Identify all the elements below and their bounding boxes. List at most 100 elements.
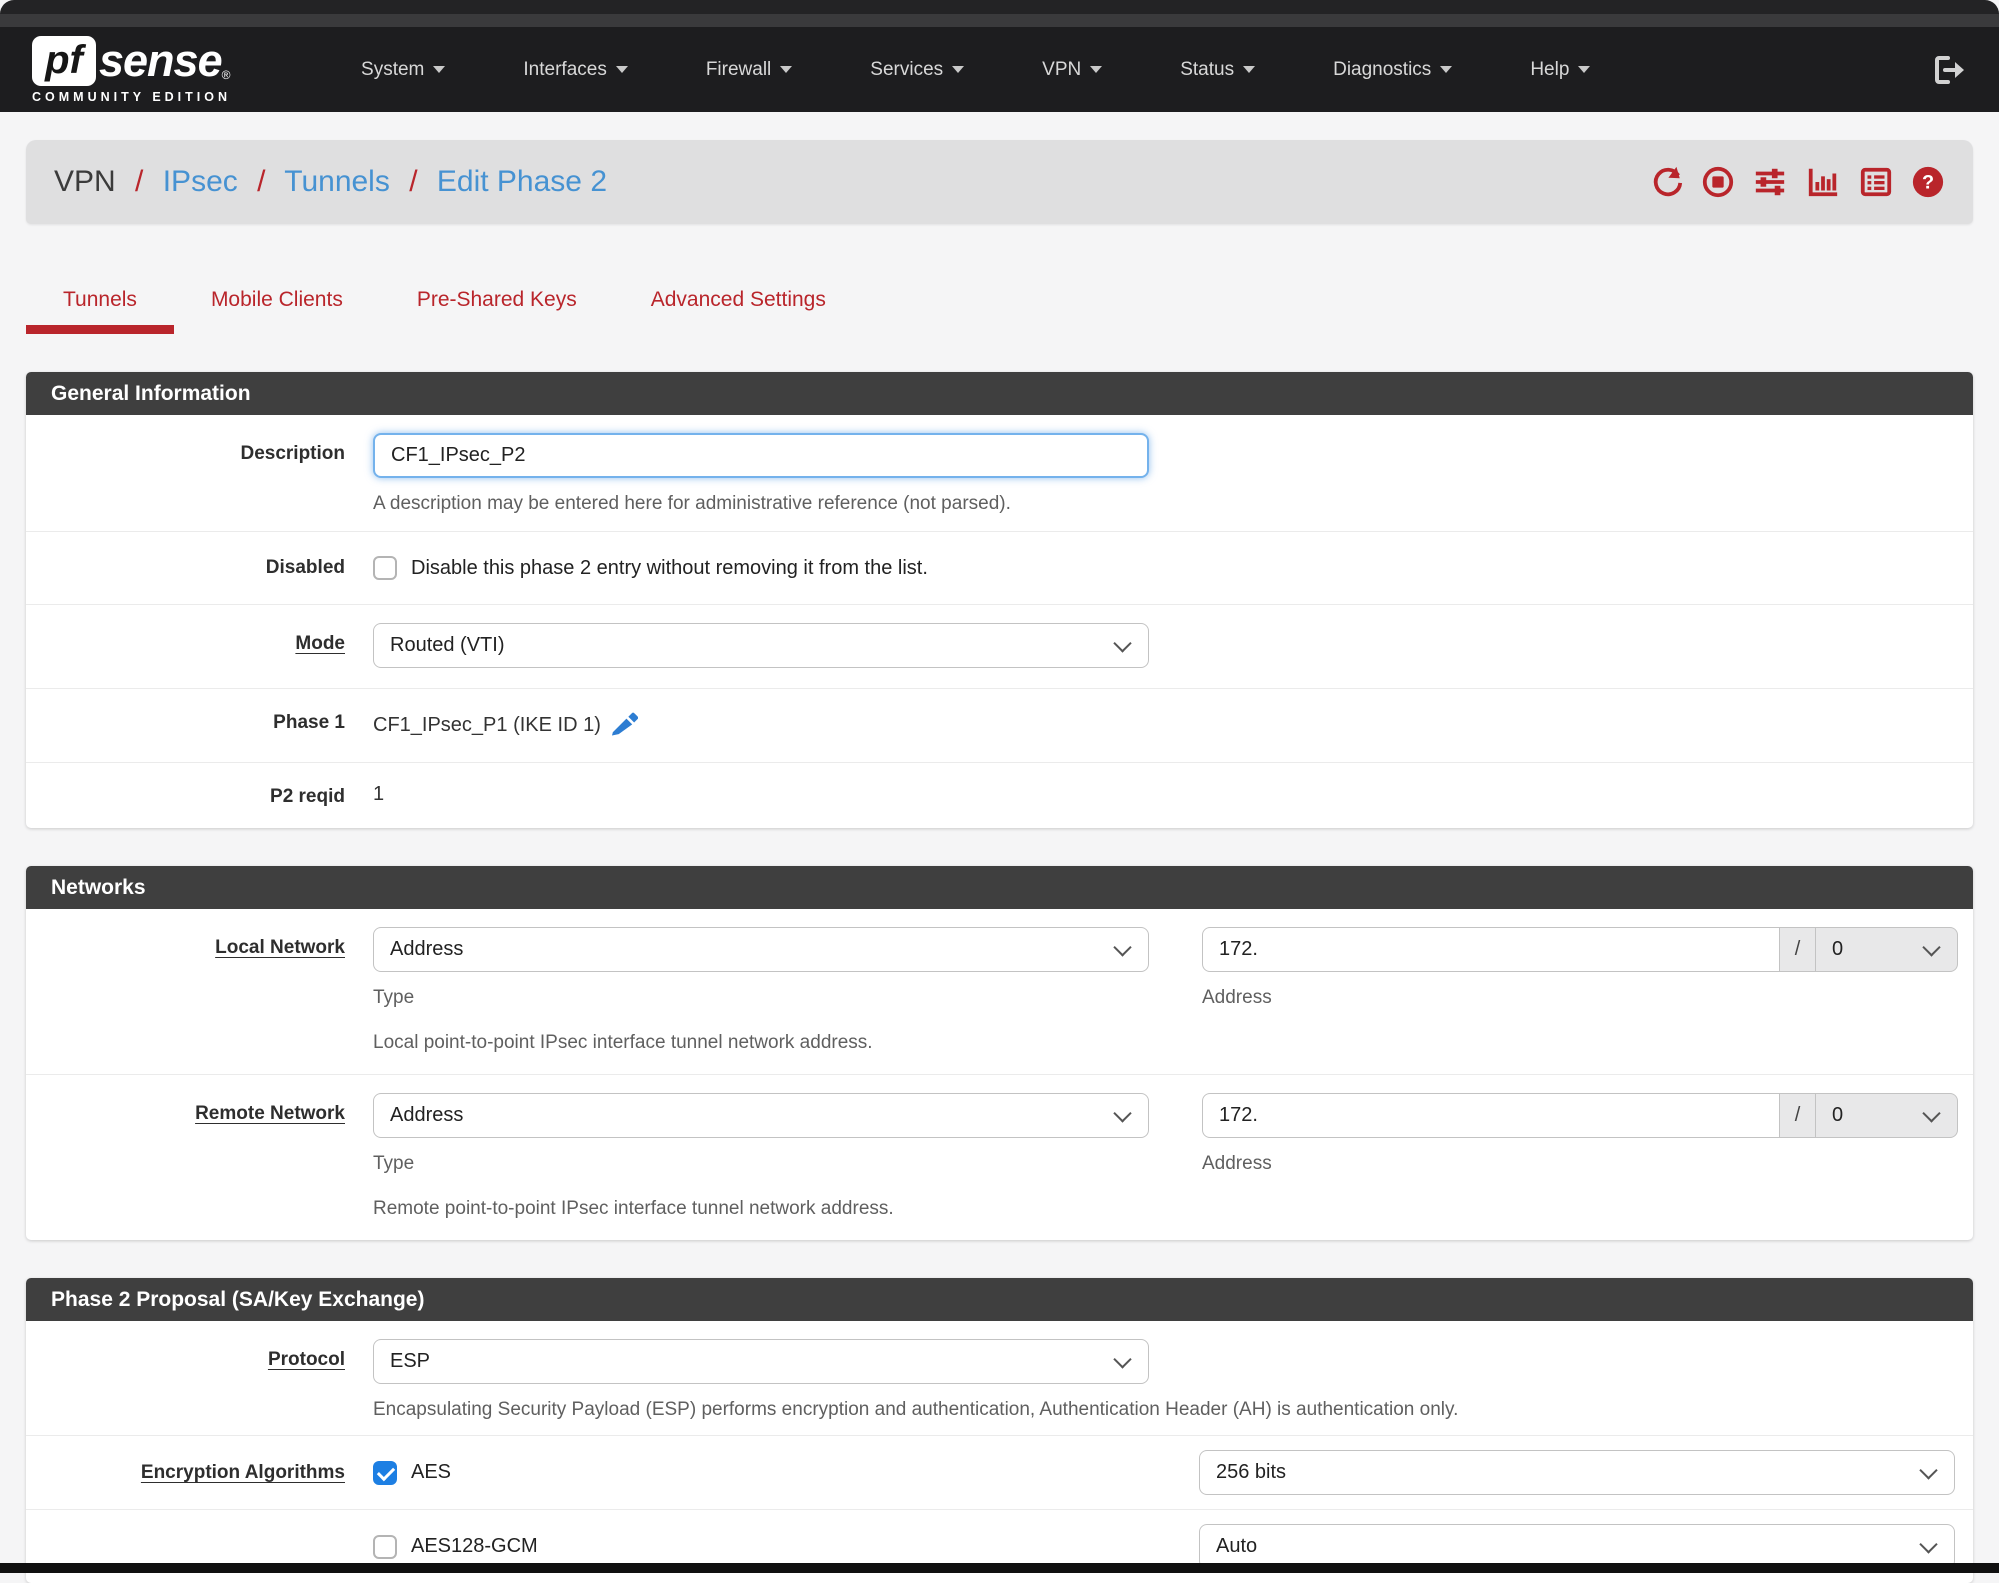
phase1-label: Phase 1 [273,712,345,733]
aes-keylen-select[interactable]: 256 bits [1199,1450,1955,1495]
phase2-proposal-panel: Phase 2 Proposal (SA/Key Exchange) Proto… [26,1278,1973,1583]
window-chrome-top [0,0,1999,14]
breadcrumb-separator: / [257,165,266,198]
encryption-algorithms-label: Encryption Algorithms [140,1462,345,1483]
menu-services-label: Services [870,58,944,80]
menu-services[interactable]: Services [870,58,965,81]
caret-down-icon [433,66,446,73]
protocol-select[interactable]: ESP [373,1339,1149,1384]
aes-checkbox-label[interactable]: AES [411,1461,451,1484]
sign-out-icon[interactable] [1933,54,1967,86]
menu-interfaces-label: Interfaces [523,58,607,80]
breadcrumb-panel: VPN / IPsec / Tunnels / Edit Phase 2 ? [26,140,1973,224]
navbar-menu: System Interfaces Firewall Services VPN … [361,59,1903,81]
mode-label: Mode [295,633,345,654]
remote-network-address-input[interactable] [1202,1093,1780,1138]
disabled-checkbox-label[interactable]: Disable this phase 2 entry without remov… [411,557,928,580]
window-chrome-strip [0,14,1999,27]
registered-mark: ® [221,67,231,82]
community-edition-label: COMMUNITY EDITION [32,89,232,104]
protocol-label: Protocol [267,1349,345,1370]
refresh-icon[interactable] [1650,165,1684,199]
phase1-value: CF1_IPsec_P1 (IKE ID 1) [373,714,601,736]
breadcrumb: VPN / IPsec / Tunnels / Edit Phase 2 [54,165,607,199]
sliders-icon[interactable] [1752,165,1788,199]
caret-down-icon [1243,66,1256,73]
menu-diagnostics[interactable]: Diagnostics [1333,58,1453,81]
local-network-address-input[interactable] [1202,927,1780,972]
aes128gcm-checkbox-label[interactable]: AES128-GCM [411,1535,538,1558]
pencil-icon[interactable] [611,709,638,742]
menu-firewall[interactable]: Firewall [705,58,793,81]
local-network-mask-select[interactable]: 0 [1816,927,1958,972]
remote-network-mask-select[interactable]: 0 [1816,1093,1958,1138]
local-network-address-help: Address [1202,987,1272,1008]
breadcrumb-separator: / [409,165,418,198]
protocol-help: Encapsulating Security Payload (ESP) per… [373,1399,1459,1420]
general-information-panel: General Information Description A descri… [26,372,1973,828]
tab-mobile-clients[interactable]: Mobile Clients [174,280,380,334]
menu-status-label: Status [1180,58,1235,80]
breadcrumb-ipsec-link[interactable]: IPsec [163,165,238,198]
disabled-checkbox[interactable] [373,556,397,580]
aes-checkbox[interactable] [373,1460,397,1485]
description-input[interactable] [373,433,1149,478]
networks-header: Networks [26,866,1973,909]
networks-panel: Networks Local Network Address Type Loca… [26,866,1973,1240]
remote-network-help: Remote point-to-point IPsec interface tu… [373,1198,894,1219]
local-network-label: Local Network [215,937,345,958]
tab-advanced-settings[interactable]: Advanced Settings [614,280,863,334]
breadcrumb-vpn: VPN [54,165,116,198]
menu-diagnostics-label: Diagnostics [1333,58,1432,80]
menu-interfaces[interactable]: Interfaces [523,58,628,81]
mask-separator: / [1780,927,1816,972]
p2reqid-label: P2 reqid [270,786,345,807]
menu-system[interactable]: System [361,58,446,81]
ipsec-tab-bar: Tunnels Mobile Clients Pre-Shared Keys A… [26,280,1973,334]
menu-help-label: Help [1530,58,1570,80]
breadcrumb-edit-phase2-link[interactable]: Edit Phase 2 [437,165,607,198]
aes128gcm-checkbox[interactable] [373,1534,397,1559]
menu-status[interactable]: Status [1180,58,1256,81]
breadcrumb-tunnels-link[interactable]: Tunnels [284,165,390,198]
caret-down-icon [780,66,793,73]
caret-down-icon [1440,66,1453,73]
description-help: A description may be entered here for ad… [373,493,1011,514]
chart-icon[interactable] [1805,165,1841,199]
menu-vpn-label: VPN [1042,58,1082,80]
top-navbar: pf sense ® COMMUNITY EDITION System Inte… [0,27,1999,112]
sense-logo-text: sense [99,35,223,86]
svg-text:?: ? [1922,172,1934,194]
page-action-icons: ? [1650,165,1945,199]
pfsense-logo[interactable]: pf sense ® COMMUNITY EDITION [32,35,232,104]
mask-separator: / [1780,1093,1816,1138]
menu-system-label: System [361,58,425,80]
tab-tunnels[interactable]: Tunnels [26,280,174,334]
stop-icon[interactable] [1701,165,1735,199]
menu-firewall-label: Firewall [705,58,772,80]
mode-select[interactable]: Routed (VTI) [373,623,1149,668]
general-information-header: General Information [26,372,1973,415]
disabled-label: Disabled [265,557,345,578]
local-network-help: Local point-to-point IPsec interface tun… [373,1032,873,1053]
pf-logo-box: pf [32,35,96,86]
caret-down-icon [615,66,628,73]
caret-down-icon [1090,66,1103,73]
menu-help[interactable]: Help [1530,58,1591,81]
remote-network-label: Remote Network [195,1103,345,1124]
bottom-edge-strip [0,1563,1999,1573]
remote-network-type-help: Type [373,1153,415,1174]
help-icon[interactable]: ? [1911,165,1945,199]
p2reqid-value: 1 [373,783,385,805]
phase2-proposal-header: Phase 2 Proposal (SA/Key Exchange) [26,1278,1973,1321]
caret-down-icon [1578,66,1591,73]
local-network-type-select[interactable]: Address [373,927,1149,972]
menu-vpn[interactable]: VPN [1042,58,1103,81]
tab-pre-shared-keys[interactable]: Pre-Shared Keys [380,280,614,334]
local-network-type-help: Type [373,987,415,1008]
breadcrumb-separator: / [135,165,144,198]
remote-network-type-select[interactable]: Address [373,1093,1149,1138]
log-list-icon[interactable] [1858,165,1894,199]
caret-down-icon [952,66,965,73]
description-label: Description [240,443,345,464]
